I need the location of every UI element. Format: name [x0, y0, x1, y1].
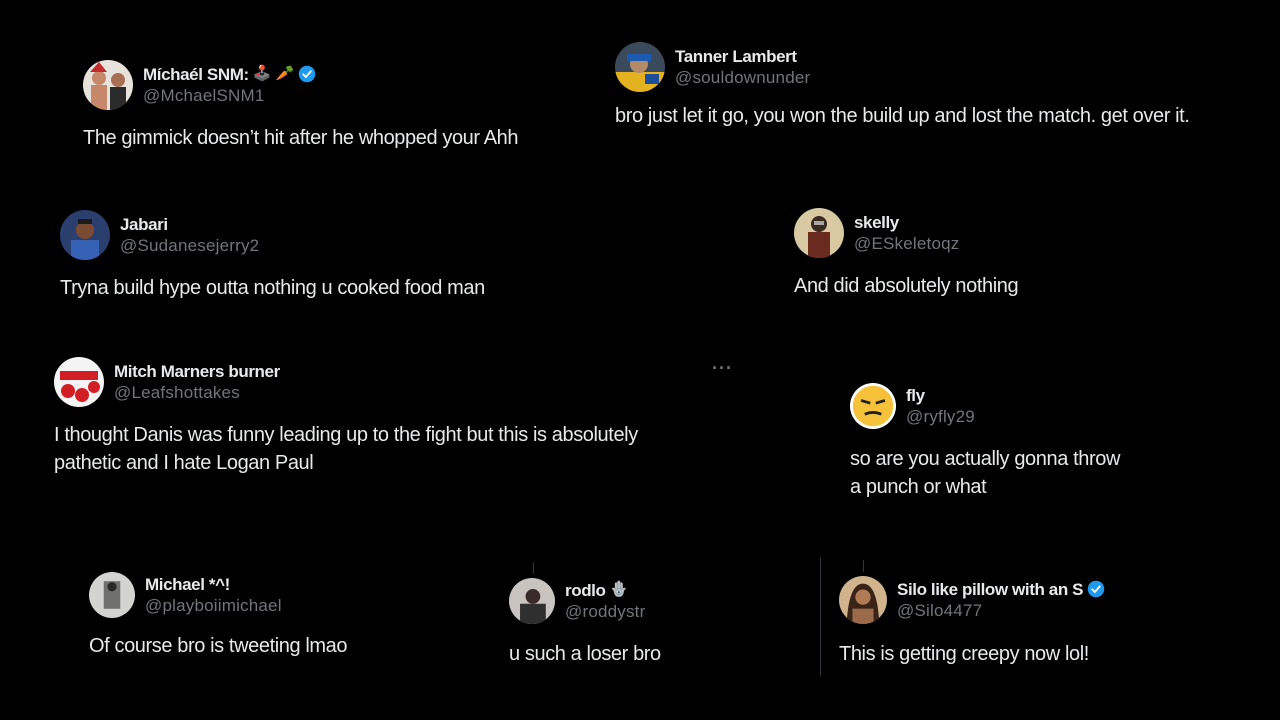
tweet-card[interactable]: skelly @ESkeletoqz And did absolutely no…	[794, 208, 1019, 300]
display-name[interactable]: Michael *^!	[145, 574, 282, 595]
user-handle[interactable]: @MchaelSNM1	[143, 85, 316, 106]
avatar[interactable]	[89, 572, 135, 618]
avatar[interactable]	[54, 357, 104, 407]
tweet-card[interactable]: Silo like pillow with an S @Silo4477 Thi…	[839, 576, 1105, 668]
tweet-text-line: a punch or what	[850, 476, 987, 498]
tweet-card[interactable]: Míchaél SNM: 🕹️ 🥕 @MchaelSNM1 The gimmic…	[83, 60, 519, 152]
name-emoji: 🕹️ 🥕	[252, 65, 295, 82]
user-handle[interactable]: @ryfly29	[906, 406, 975, 427]
avatar[interactable]	[850, 383, 896, 429]
display-name[interactable]: fly	[906, 385, 975, 406]
tweet-text: u such a loser bro	[509, 643, 661, 665]
display-name[interactable]: skelly	[854, 212, 959, 233]
avatar-image	[60, 210, 110, 260]
avatar[interactable]	[794, 208, 844, 258]
tweet-text: And did absolutely nothing	[794, 275, 1019, 297]
avatar-image	[850, 383, 896, 429]
avatar[interactable]	[60, 210, 110, 260]
tweet-text: The gimmick doesn’t hit after he whopped…	[83, 127, 519, 149]
verified-badge-icon	[1087, 581, 1105, 598]
display-name[interactable]: Silo like pillow with an S	[897, 579, 1083, 600]
user-handle[interactable]: @Silo4477	[897, 600, 1105, 621]
more-options-icon[interactable]: ···	[712, 358, 733, 379]
user-handle[interactable]: @ESkeletoqz	[854, 233, 959, 254]
tweet-text: Tryna build hype outta nothing u cooked …	[60, 277, 485, 299]
tweet-text: bro just let it go, you won the build up…	[615, 105, 1190, 127]
display-name[interactable]: Tanner Lambert	[675, 46, 810, 67]
avatar-image	[89, 572, 135, 618]
display-name[interactable]: Míchaél SNM:	[143, 64, 249, 85]
tweet-text: I thought Danis was funny leading up to …	[54, 421, 638, 477]
tweet-card[interactable]: rodlo 🪬 @roddystr u such a loser bro	[509, 578, 661, 668]
tweet-card[interactable]: fly @ryfly29 so are you actually gonna t…	[850, 383, 1120, 501]
user-handle[interactable]: @Leafshottakes	[114, 382, 280, 403]
tweet-card[interactable]: Jabari @Sudanesejerry2 Tryna build hype …	[60, 210, 485, 302]
avatar[interactable]	[615, 42, 665, 92]
avatar-image	[54, 357, 104, 407]
avatar-image	[794, 208, 844, 258]
tweet-text-line: pathetic and I hate Logan Paul	[54, 452, 314, 474]
user-handle[interactable]: @playboiimichael	[145, 595, 282, 616]
thread-divider-line	[820, 558, 821, 676]
user-handle[interactable]: @souldownunder	[675, 67, 810, 88]
avatar[interactable]	[839, 576, 887, 624]
tweet-text-line: I thought Danis was funny leading up to …	[54, 424, 638, 446]
avatar[interactable]	[83, 60, 133, 110]
tweet-card[interactable]: Tanner Lambert @souldownunder bro just l…	[615, 42, 1190, 130]
user-handle[interactable]: @Sudanesejerry2	[120, 235, 259, 256]
avatar-image	[839, 576, 887, 624]
display-name[interactable]: rodlo	[565, 580, 606, 601]
avatar-image	[83, 60, 133, 110]
user-handle[interactable]: @roddystr	[565, 601, 645, 622]
tweet-card[interactable]: Michael *^! @playboiimichael Of course b…	[89, 572, 348, 660]
display-name[interactable]: Jabari	[120, 214, 259, 235]
tweet-text: This is getting creepy now lol!	[839, 643, 1089, 665]
display-name[interactable]: Mitch Marners burner	[114, 361, 280, 382]
tweet-text: Of course bro is tweeting lmao	[89, 635, 348, 657]
name-emoji: 🪬	[609, 581, 629, 598]
thread-connector-line	[533, 562, 534, 574]
avatar[interactable]	[509, 578, 555, 624]
tweet-text: so are you actually gonna throw a punch …	[850, 445, 1120, 501]
avatar-image	[509, 578, 555, 624]
thread-connector-line	[863, 560, 864, 572]
verified-badge-icon	[299, 66, 316, 83]
tweet-card[interactable]: Mitch Marners burner @Leafshottakes I th…	[54, 357, 638, 477]
avatar-image	[615, 42, 665, 92]
tweet-text-line: so are you actually gonna throw	[850, 448, 1120, 470]
